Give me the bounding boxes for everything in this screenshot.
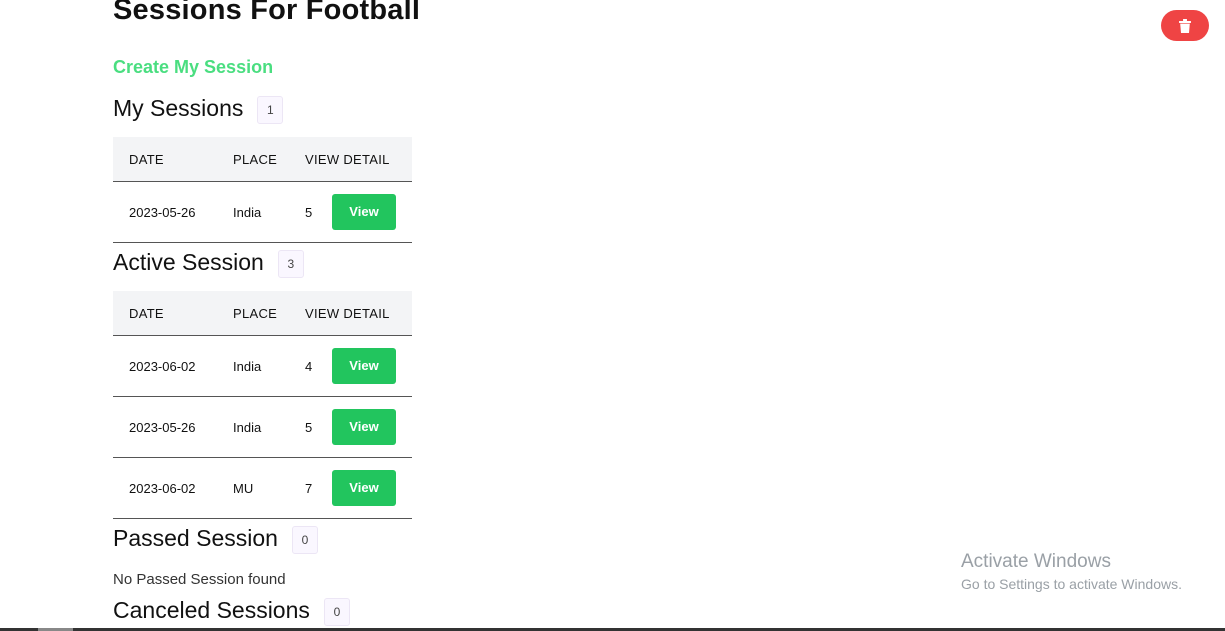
view-button[interactable]: View — [332, 194, 396, 230]
place-column-header: PLACE — [233, 291, 305, 336]
date-column-header: DATE — [113, 137, 233, 182]
activate-windows-watermark: Activate Windows Go to Settings to activ… — [961, 550, 1182, 594]
session-detail-count: 7 — [305, 480, 313, 496]
active-session-title: Active Session — [113, 248, 264, 275]
session-place: MU — [233, 457, 305, 519]
session-date: 2023-06-02 — [113, 335, 233, 397]
session-date: 2023-05-26 — [113, 396, 233, 458]
sessions-page: Sessions For Football Create My Session … — [0, 0, 1225, 631]
passed-session-title: Passed Session — [113, 524, 278, 551]
session-date: 2023-05-26 — [113, 181, 233, 243]
my-sessions-table: DATE PLACE VIEW DETAIL 2023-05-26 India … — [113, 137, 412, 243]
table-row: 2023-05-26 India 5 View — [113, 181, 412, 243]
canceled-sessions-title: Canceled Sessions — [113, 596, 310, 623]
my-sessions-title: My Sessions — [113, 94, 244, 121]
passed-session-heading: Passed Session 0 — [113, 524, 318, 554]
active-session-count-badge: 3 — [277, 250, 304, 278]
table-header-row: DATE PLACE VIEW DETAIL — [113, 137, 412, 182]
session-detail-count: 5 — [305, 204, 313, 220]
active-session-heading: Active Session 3 — [113, 248, 304, 278]
delete-button[interactable] — [1161, 10, 1209, 41]
date-column-header: DATE — [113, 291, 233, 336]
table-row: 2023-05-26 India 5 View — [113, 396, 412, 458]
table-row: 2023-06-02 MU 7 View — [113, 457, 412, 519]
view-button[interactable]: View — [332, 348, 396, 384]
table-header-row: DATE PLACE VIEW DETAIL — [113, 291, 412, 336]
my-sessions-heading: My Sessions 1 — [113, 94, 284, 124]
view-detail-cell: 5 View — [305, 181, 412, 243]
view-detail-cell: 5 View — [305, 396, 412, 458]
view-button[interactable]: View — [332, 409, 396, 445]
view-detail-cell: 4 View — [305, 335, 412, 397]
view-detail-cell: 7 View — [305, 457, 412, 519]
create-my-session-link[interactable]: Create My Session — [113, 57, 273, 78]
canceled-sessions-count-badge: 0 — [323, 598, 350, 626]
my-sessions-count-badge: 1 — [257, 96, 284, 124]
trash-icon — [1179, 18, 1191, 33]
active-sessions-table: DATE PLACE VIEW DETAIL 2023-06-02 India … — [113, 291, 412, 519]
view-button[interactable]: View — [332, 470, 396, 506]
table-row: 2023-06-02 India 4 View — [113, 335, 412, 397]
session-place: India — [233, 181, 305, 243]
session-place: India — [233, 396, 305, 458]
place-column-header: PLACE — [233, 137, 305, 182]
view-detail-column-header: VIEW DETAIL — [305, 291, 412, 336]
watermark-subtitle: Go to Settings to activate Windows. — [961, 576, 1182, 592]
page-title: Sessions For Football — [113, 0, 421, 26]
canceled-sessions-heading: Canceled Sessions 0 — [113, 596, 350, 626]
view-detail-column-header: VIEW DETAIL — [305, 137, 412, 182]
session-place: India — [233, 335, 305, 397]
no-passed-session-message: No Passed Session found — [113, 571, 286, 588]
passed-session-count-badge: 0 — [291, 526, 318, 554]
session-detail-count: 4 — [305, 358, 313, 374]
session-detail-count: 5 — [305, 419, 313, 435]
watermark-title: Activate Windows — [961, 551, 1111, 572]
session-date: 2023-06-02 — [113, 457, 233, 519]
